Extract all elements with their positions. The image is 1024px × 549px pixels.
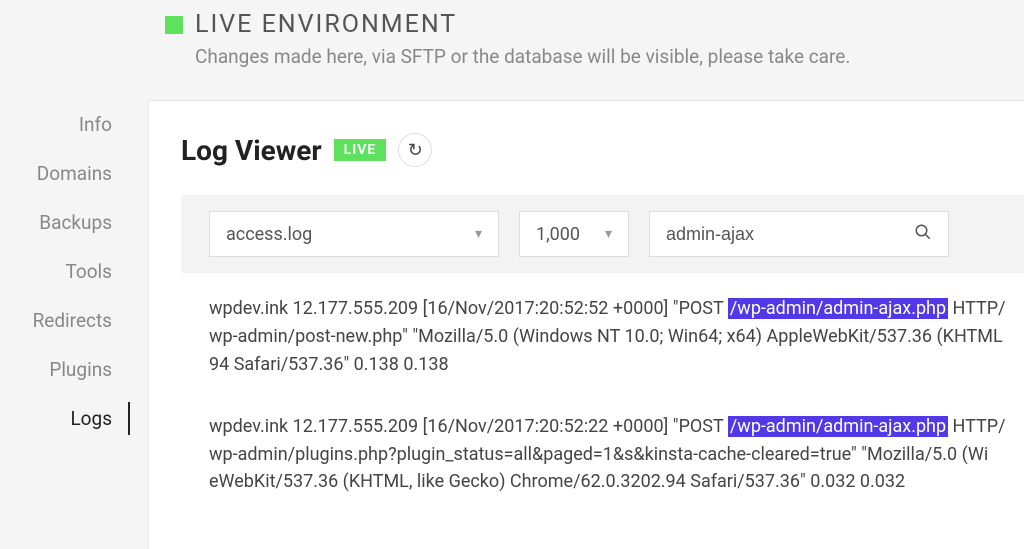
sidebar-item-redirects[interactable]: Redirects (0, 296, 112, 345)
log-entry: wpdev.ink 12.177.555.209 [16/Nov/2017:20… (209, 295, 1016, 379)
filter-bar: access.log ▾ 1,000 ▾ (181, 195, 1024, 273)
chevron-down-icon: ▾ (475, 226, 482, 242)
log-highlight: /wp-admin/admin-ajax.php (728, 416, 948, 437)
sidebar-item-domains[interactable]: Domains (0, 149, 112, 198)
sidebar-item-plugins[interactable]: Plugins (0, 345, 112, 394)
live-badge: LIVE (334, 139, 387, 161)
environment-header: LIVE ENVIRONMENT Changes made here, via … (165, 10, 1024, 68)
search-input[interactable] (666, 224, 914, 245)
main-panel: Log Viewer LIVE ↻ access.log ▾ 1,000 ▾ w… (148, 100, 1024, 549)
live-indicator-icon (165, 16, 183, 34)
sidebar-item-backups[interactable]: Backups (0, 198, 112, 247)
page-title: Log Viewer (181, 134, 322, 167)
refresh-icon: ↻ (408, 140, 423, 161)
sidebar: Info Domains Backups Tools Redirects Plu… (0, 100, 130, 443)
sidebar-item-logs[interactable]: Logs (0, 394, 112, 443)
line-count-value: 1,000 (536, 224, 580, 245)
environment-title: LIVE ENVIRONMENT (195, 10, 457, 39)
search-icon (914, 223, 932, 245)
log-entries: wpdev.ink 12.177.555.209 [16/Nov/2017:20… (181, 273, 1024, 496)
chevron-down-icon: ▾ (605, 226, 612, 242)
log-file-select[interactable]: access.log ▾ (209, 211, 499, 257)
sidebar-item-tools[interactable]: Tools (0, 247, 112, 296)
search-box[interactable] (649, 211, 949, 257)
refresh-button[interactable]: ↻ (398, 133, 432, 167)
line-count-select[interactable]: 1,000 ▾ (519, 211, 629, 257)
log-file-value: access.log (226, 224, 312, 245)
sidebar-item-info[interactable]: Info (0, 100, 112, 149)
log-text-pre: wpdev.ink 12.177.555.209 [16/Nov/2017:20… (209, 416, 728, 437)
log-entry: wpdev.ink 12.177.555.209 [16/Nov/2017:20… (209, 413, 1016, 497)
log-highlight: /wp-admin/admin-ajax.php (728, 298, 948, 319)
environment-subtitle: Changes made here, via SFTP or the datab… (195, 45, 1024, 68)
log-text-pre: wpdev.ink 12.177.555.209 [16/Nov/2017:20… (209, 298, 728, 319)
